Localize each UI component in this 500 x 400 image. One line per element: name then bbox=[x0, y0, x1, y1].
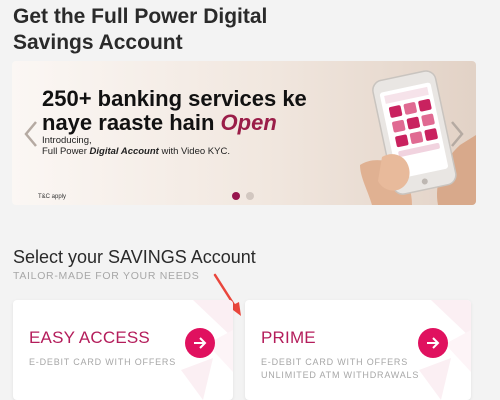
banner-headline-prefix: naye raaste hain bbox=[42, 110, 221, 135]
card-feature: E-DEBIT CARD WITH OFFERS bbox=[29, 357, 177, 367]
prime-card[interactable]: PRIME E-DEBIT CARD WITH OFFERS UNLIMITED… bbox=[245, 300, 471, 400]
carousel-dot-1[interactable] bbox=[232, 192, 240, 200]
prime-go-button[interactable] bbox=[418, 328, 448, 358]
promo-banner[interactable]: 250+ banking services ke naye raaste hai… bbox=[12, 61, 476, 205]
card-title: EASY ACCESS bbox=[29, 328, 150, 347]
banner-subtext: Introducing, Full Power Digital Account … bbox=[42, 135, 272, 157]
banner-headline-line-2: naye raaste hain Open bbox=[42, 111, 342, 135]
banner-headline-accent: Open bbox=[220, 110, 277, 135]
card-feature: E-DEBIT CARD WITH OFFERS bbox=[261, 357, 409, 367]
banner-headline: 250+ banking services ke naye raaste hai… bbox=[42, 87, 342, 135]
card-feature: UNLIMITED ATM WITHDRAWALS bbox=[261, 370, 420, 380]
card-features: E-DEBIT CARD WITH OFFERS UNLIMITED ATM W… bbox=[261, 356, 419, 382]
chevron-right-icon bbox=[451, 121, 464, 147]
banner-tc-text: T&C apply bbox=[38, 194, 67, 200]
savings-section-subheading: TAILOR-MADE FOR YOUR NEEDS bbox=[13, 270, 200, 282]
page-title-line-1: Get the Full Power Digital bbox=[13, 5, 268, 28]
carousel-next-button[interactable] bbox=[444, 117, 470, 151]
card-title: PRIME bbox=[261, 328, 316, 347]
banner-sub-line-1: Introducing, bbox=[42, 135, 92, 146]
card-features: E-DEBIT CARD WITH OFFERS bbox=[29, 356, 176, 369]
banner-sub-line-2: Full Power Digital Account with Video KY… bbox=[42, 146, 272, 157]
banner-sub-prefix: Full Power bbox=[42, 146, 90, 157]
arrow-right-icon bbox=[194, 337, 207, 349]
chevron-left-icon bbox=[24, 121, 37, 147]
easy-access-card[interactable]: EASY ACCESS E-DEBIT CARD WITH OFFERS bbox=[13, 300, 233, 400]
carousel-dots bbox=[232, 192, 254, 200]
page-title-line-2: Savings Account bbox=[13, 31, 183, 54]
carousel-prev-button[interactable] bbox=[18, 117, 44, 151]
arrow-right-icon bbox=[427, 337, 440, 349]
banner-headline-line-1: 250+ banking services ke bbox=[42, 86, 307, 111]
carousel-dot-2[interactable] bbox=[246, 192, 254, 200]
banner-sub-emphasis: Digital Account bbox=[89, 146, 159, 157]
page-title: Get the Full Power Digital Savings Accou… bbox=[13, 4, 313, 56]
easy-access-go-button[interactable] bbox=[185, 328, 215, 358]
banner-sub-suffix: with Video KYC. bbox=[158, 146, 230, 157]
savings-section-heading: Select your SAVINGS Account bbox=[13, 247, 256, 267]
